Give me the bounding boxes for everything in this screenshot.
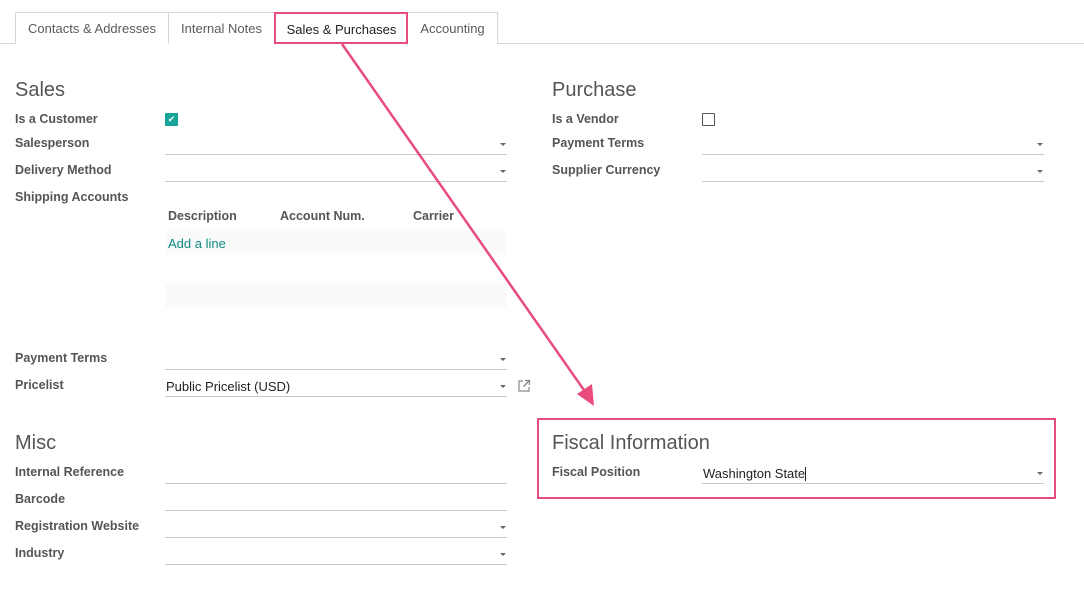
fiscal-highlight-annotation <box>537 418 1056 499</box>
pricelist-label: Pricelist <box>15 378 64 392</box>
column-header-description[interactable]: Description <box>168 209 237 223</box>
pricelist-value: Public Pricelist (USD) <box>166 379 291 394</box>
dropdown-caret-icon <box>500 143 506 146</box>
pricelist-select[interactable]: Public Pricelist (USD) <box>165 377 507 397</box>
arrow-head-icon <box>577 384 594 406</box>
checkmark-icon: ✔ <box>167 114 176 124</box>
fiscal-position-value-wrap: Washington State <box>702 466 1037 482</box>
barcode-input[interactable] <box>165 491 507 511</box>
is-customer-checkbox[interactable]: ✔ <box>165 113 178 126</box>
dropdown-caret-icon <box>500 358 506 361</box>
shipping-accounts-table: Description Account Num. Carrier Add a l… <box>165 207 507 307</box>
purchase-payment-terms-label: Payment Terms <box>552 136 645 150</box>
tab-sales-purchases[interactable]: Sales & Purchases <box>275 12 408 45</box>
sales-payment-terms-select[interactable] <box>165 350 507 370</box>
is-vendor-checkbox[interactable] <box>702 113 715 126</box>
fiscal-position-select[interactable]: Washington State <box>702 464 1044 484</box>
external-link-icon[interactable] <box>517 379 531 393</box>
dropdown-caret-icon <box>500 170 506 173</box>
misc-section-title: Misc <box>15 432 57 454</box>
salesperson-label: Salesperson <box>15 136 90 150</box>
registration-website-select[interactable] <box>165 518 507 538</box>
fiscal-section-title: Fiscal Information <box>552 432 710 454</box>
column-header-carrier[interactable]: Carrier <box>413 209 454 223</box>
delivery-method-select[interactable] <box>165 162 507 182</box>
internal-reference-input[interactable] <box>165 464 507 484</box>
salesperson-select[interactable] <box>165 135 507 155</box>
fiscal-position-value: Washington State <box>703 465 806 481</box>
purchase-payment-terms-select[interactable] <box>702 135 1044 155</box>
industry-select[interactable] <box>165 545 507 565</box>
dropdown-caret-icon <box>500 526 506 529</box>
tab-contacts-addresses[interactable]: Contacts & Addresses <box>15 12 169 44</box>
supplier-currency-label: Supplier Currency <box>552 163 661 177</box>
internal-reference-label: Internal Reference <box>15 465 125 479</box>
industry-label: Industry <box>15 546 65 560</box>
sales-section-title: Sales <box>15 79 66 101</box>
shipping-accounts-label: Shipping Accounts <box>15 190 129 204</box>
column-header-account-num[interactable]: Account Num. <box>280 209 365 223</box>
dropdown-caret-icon <box>1037 143 1043 146</box>
annotation-arrow <box>340 43 594 406</box>
purchase-section-title: Purchase <box>552 79 637 101</box>
dropdown-caret-icon <box>500 553 506 556</box>
delivery-method-label: Delivery Method <box>15 163 112 177</box>
notebook-tabs: Contacts & Addresses Internal Notes Sale… <box>0 0 1084 45</box>
dropdown-caret-icon <box>1037 170 1043 173</box>
dropdown-caret-icon <box>1037 472 1043 475</box>
table-row <box>165 283 507 307</box>
supplier-currency-select[interactable] <box>702 162 1044 182</box>
sales-payment-terms-label: Payment Terms <box>15 351 108 365</box>
registration-website-label: Registration Website <box>15 519 140 533</box>
tab-internal-notes[interactable]: Internal Notes <box>168 12 275 44</box>
dropdown-caret-icon <box>500 385 506 388</box>
fiscal-position-label: Fiscal Position <box>552 465 641 479</box>
text-cursor <box>805 467 807 482</box>
is-vendor-label: Is a Vendor <box>552 112 619 126</box>
tab-accounting[interactable]: Accounting <box>407 12 498 44</box>
is-customer-label: Is a Customer <box>15 112 98 126</box>
add-a-line-link[interactable]: Add a line <box>168 236 226 251</box>
barcode-label: Barcode <box>15 492 66 506</box>
